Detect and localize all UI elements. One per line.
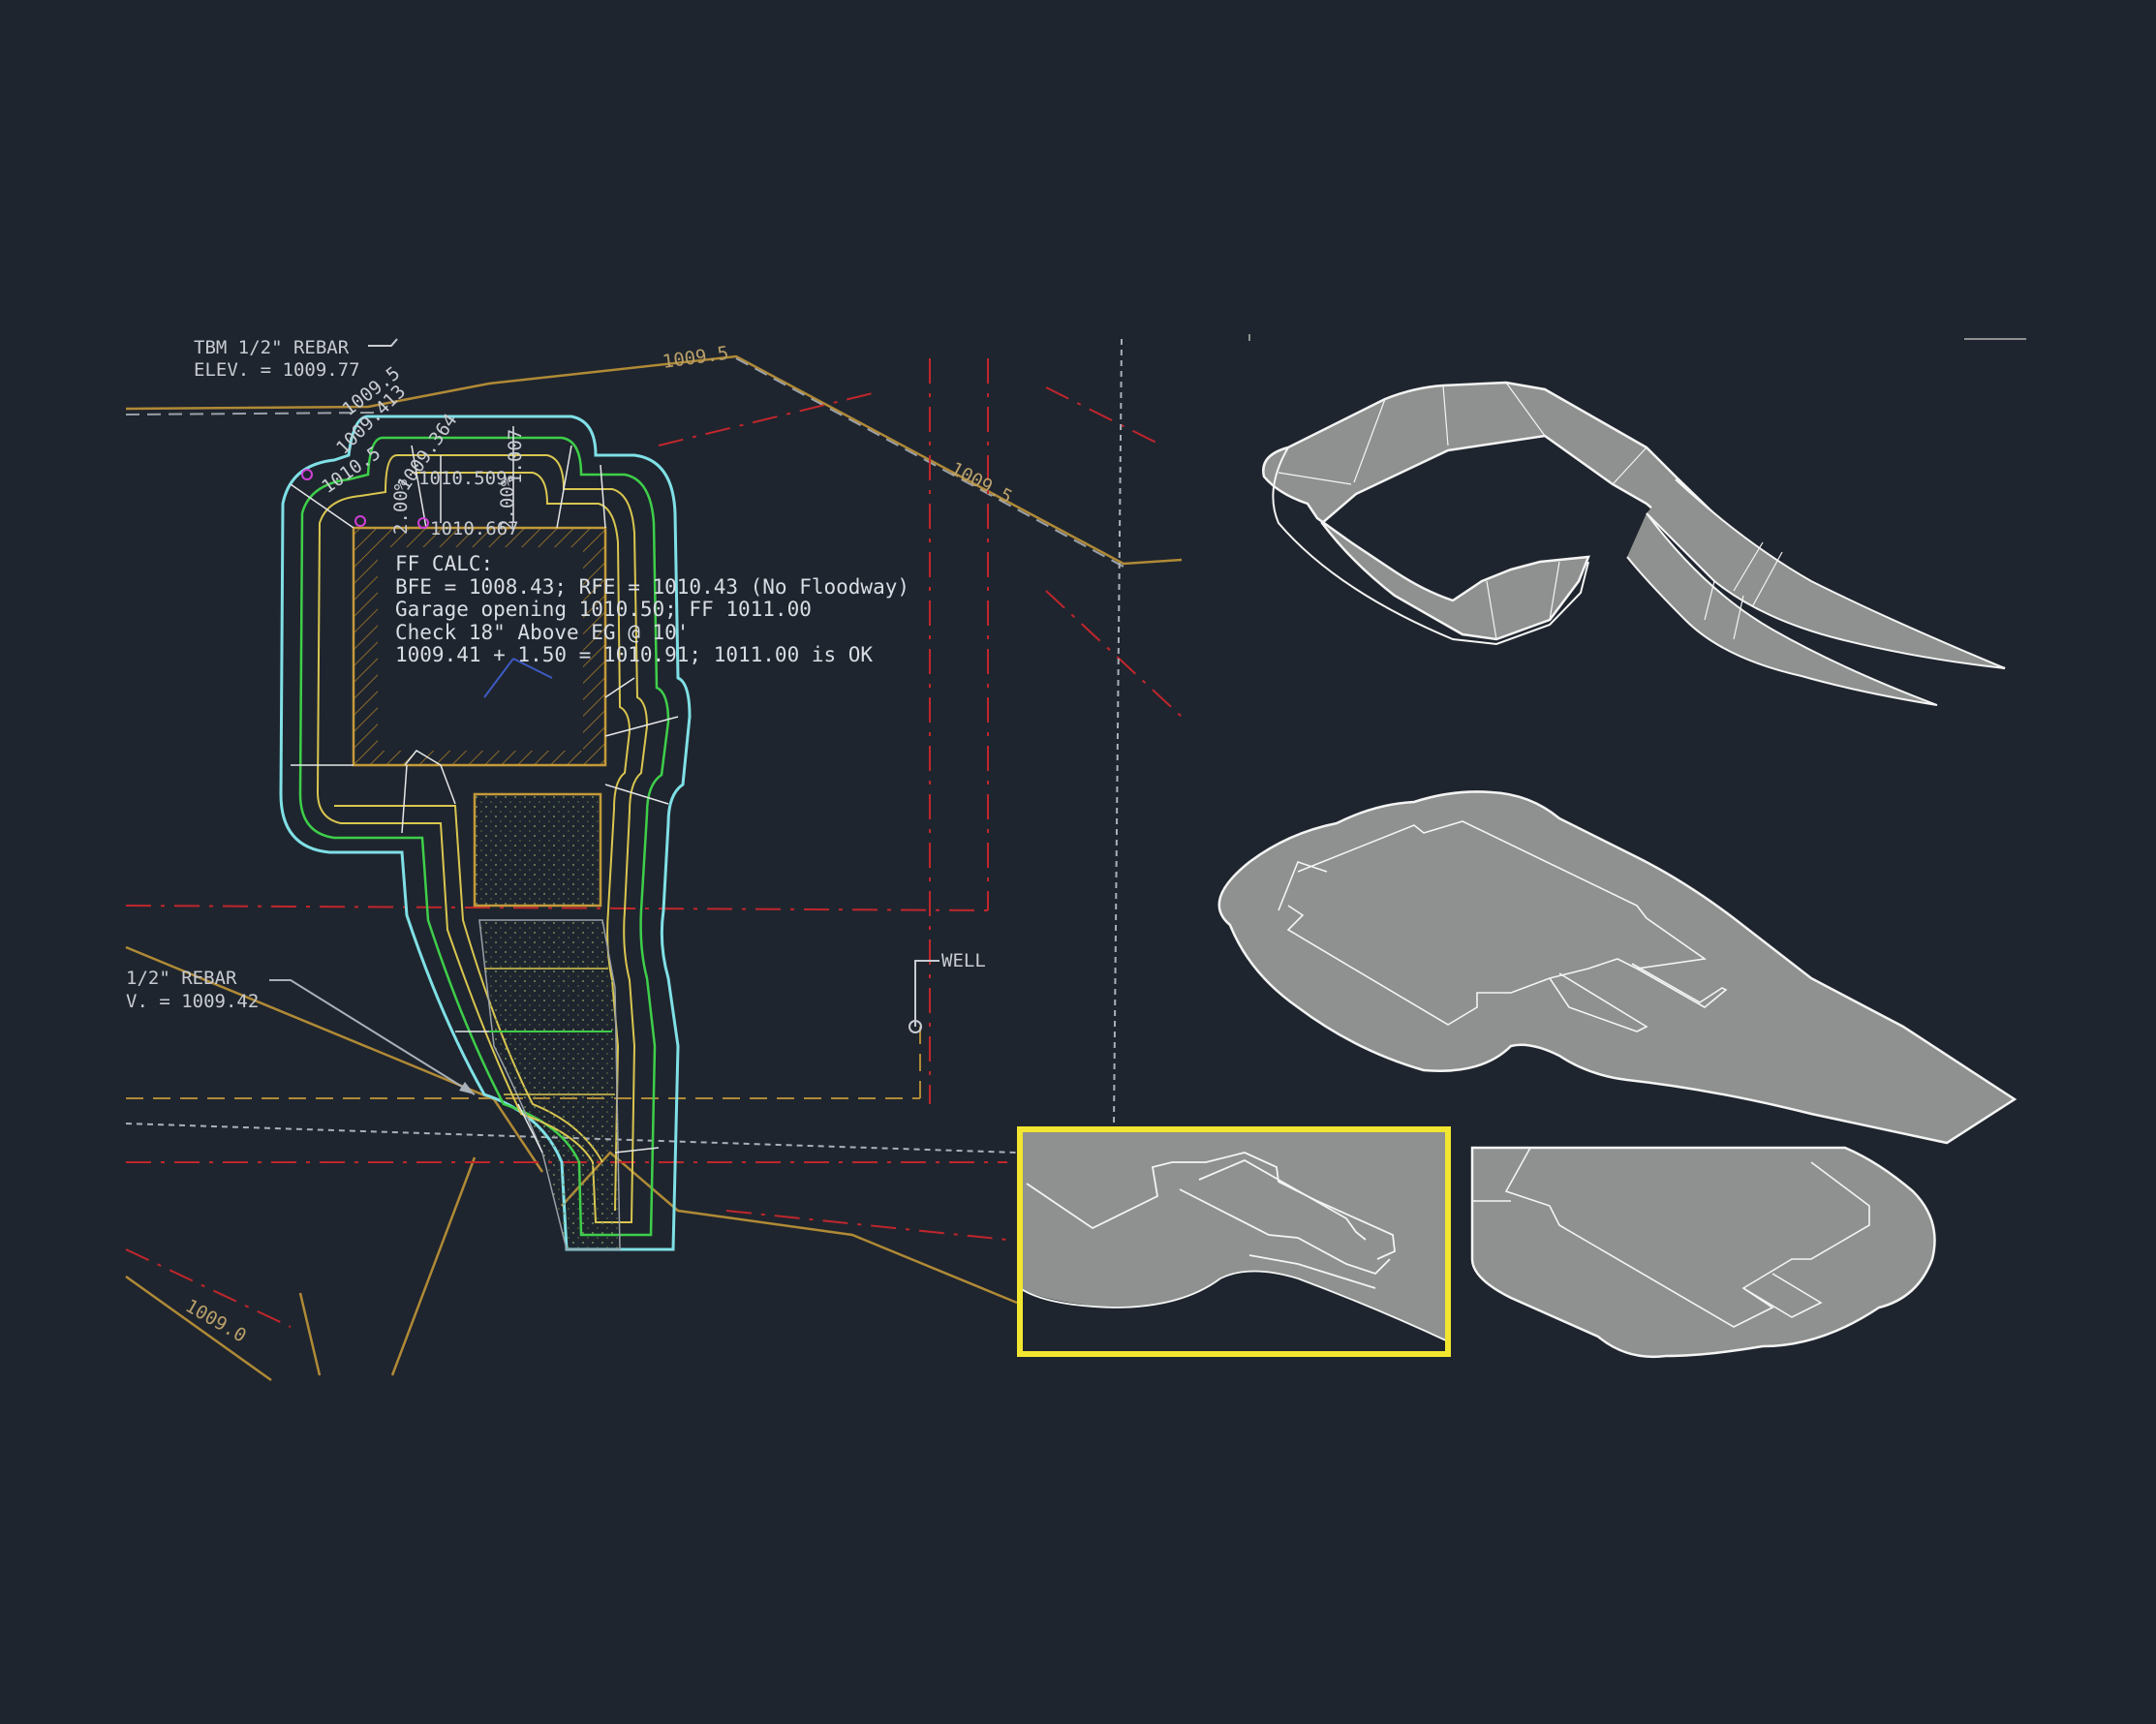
spot-label-g: 2.00% [390, 478, 412, 535]
spot-label-f: 1.007 [505, 429, 526, 484]
spot-label-c: 1010.509 [418, 468, 508, 489]
ff-calc-line4: 1009.41 + 1.50 = 1010.91; 1011.00 is OK [395, 643, 873, 666]
ff-calc-line3: Check 18" Above EG @ 10' [395, 621, 689, 644]
tbm-top-label-line1: TBM 1/2" REBAR [194, 337, 350, 358]
tbm-top-label-line2: ELEV. = 1009.77 [194, 359, 360, 381]
tbm-left-label-line2: V. = 1009.42 [126, 991, 259, 1012]
ff-calc-line2: Garage opening 1010.50; FF 1011.00 [395, 598, 812, 621]
ff-calc-title: FF CALC: [395, 552, 493, 575]
background [0, 0, 2156, 1724]
tbm-left-label-line1: 1/2" REBAR [126, 968, 237, 989]
highlight-inset [1017, 1126, 1451, 1357]
ff-calc-line1: BFE = 1008.43; RFE = 1010.43 (No Floodwa… [395, 575, 909, 599]
well-label: WELL [941, 950, 986, 971]
cad-canvas: TBM 1/2" REBAR ELEV. = 1009.77 1/2" REBA… [0, 0, 2156, 1724]
